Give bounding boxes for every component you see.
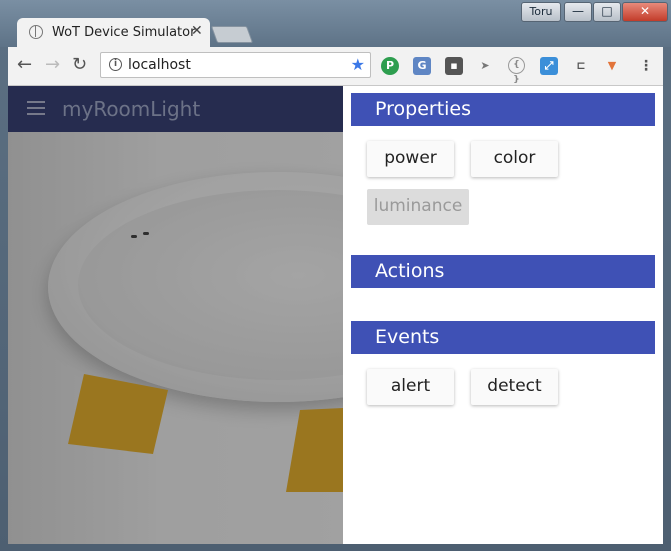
browser-window: Toru — □ ✕ WoT Device Simulator ✕ ← → ↻ …: [0, 0, 671, 551]
tab-close-icon[interactable]: ✕: [191, 23, 203, 39]
events-heading: Events: [375, 326, 440, 348]
info-icon[interactable]: i: [109, 58, 122, 71]
close-window-button[interactable]: ✕: [622, 2, 668, 22]
translate-extension-icon[interactable]: G: [413, 57, 431, 75]
properties-header: Properties: [351, 93, 655, 126]
resize-extension-icon[interactable]: ⤢: [540, 57, 558, 75]
browser-toolbar: ← → ↻ i localhost ★ P G ▪ ➤ { } ⤢ ⊏ ▼ ⋮: [8, 47, 663, 86]
code-extension-icon[interactable]: { }: [508, 57, 525, 85]
event-alert-button[interactable]: alert: [367, 369, 454, 405]
tab-title: WoT Device Simulator: [52, 25, 196, 40]
event-detect-button[interactable]: detect: [471, 369, 558, 405]
profile-button[interactable]: Toru: [521, 2, 561, 22]
address-bar[interactable]: i localhost ★: [100, 52, 371, 78]
pocket-extension-icon[interactable]: ▪: [445, 57, 463, 75]
property-luminance-button: luminance: [367, 189, 469, 225]
cursor-extension-icon[interactable]: ➤: [476, 57, 494, 75]
gitlab-extension-icon[interactable]: ▼: [603, 57, 621, 75]
reload-icon[interactable]: ↻: [72, 55, 87, 75]
forward-icon[interactable]: →: [45, 55, 60, 75]
pushbullet-extension-icon[interactable]: P: [381, 57, 399, 75]
url-text: localhost: [128, 57, 191, 73]
cast-icon[interactable]: ⊏: [572, 57, 590, 75]
property-power-button[interactable]: power: [367, 141, 454, 177]
browser-tab[interactable]: WoT Device Simulator ✕: [17, 18, 210, 47]
actions-header: Actions: [351, 255, 655, 288]
drawer-scrim[interactable]: [8, 86, 343, 544]
properties-heading: Properties: [375, 98, 472, 120]
star-icon[interactable]: ★: [351, 55, 365, 74]
property-color-button[interactable]: color: [471, 141, 558, 177]
globe-icon: [29, 25, 43, 39]
events-header: Events: [351, 321, 655, 354]
back-icon[interactable]: ←: [17, 55, 32, 75]
new-tab-button[interactable]: [210, 26, 254, 43]
side-drawer: Properties power color luminance Actions…: [343, 86, 663, 544]
web-page: myRoomLight Properties power color lumin…: [8, 86, 663, 544]
chrome-menu-icon[interactable]: ⋮: [637, 57, 655, 75]
minimize-button[interactable]: —: [564, 2, 592, 22]
maximize-button[interactable]: □: [593, 2, 621, 22]
actions-heading: Actions: [375, 260, 445, 282]
